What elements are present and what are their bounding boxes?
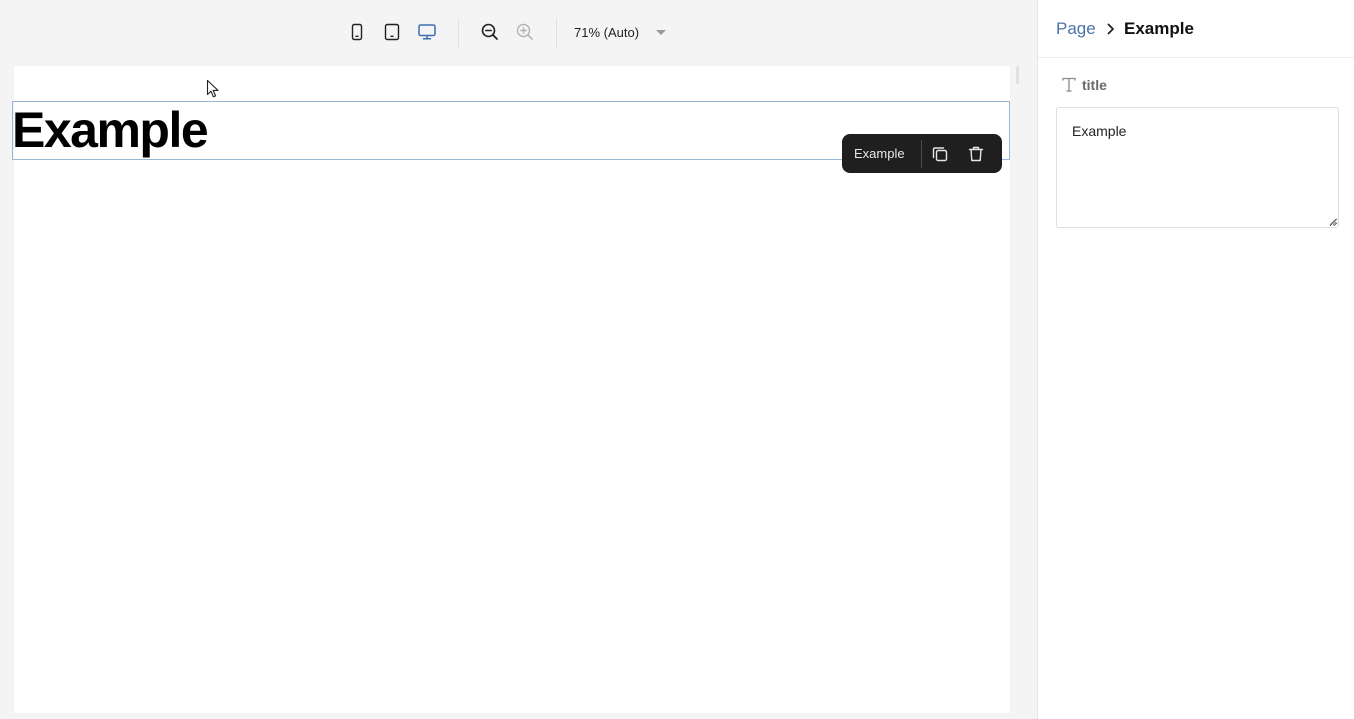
breadcrumb: Page Example [1038,0,1354,58]
title-field-label: title [1082,77,1107,93]
mouse-cursor-icon [206,79,219,98]
mobile-view-button[interactable] [345,20,369,44]
zoom-out-button[interactable] [478,20,502,44]
zoom-in-button[interactable] [513,20,537,44]
resize-handle-icon[interactable] [1329,218,1337,226]
zoom-in-icon [516,23,533,40]
breadcrumb-current: Example [1124,19,1194,38]
editor-toolbar: 71% (Auto) [0,0,1037,66]
text-type-icon [1062,77,1076,92]
mobile-icon [351,23,363,41]
tablet-icon [384,23,400,41]
delete-block-button[interactable] [958,134,994,173]
toolbar-divider [556,18,557,48]
desktop-view-button[interactable] [415,20,439,44]
block-action-menu: Example [842,134,1002,173]
zoom-out-icon [481,23,498,40]
trash-icon [968,146,984,161]
toolbar-divider [458,18,459,48]
chevron-down-icon [656,30,666,35]
title-textarea[interactable] [1056,107,1339,228]
tablet-view-button[interactable] [380,20,404,44]
desktop-icon [418,24,436,40]
properties-panel: Page Example title [1037,0,1354,719]
canvas-scrollbar[interactable] [1016,66,1019,84]
breadcrumb-parent-link[interactable]: Page [1056,19,1096,39]
chevron-right-icon [1107,23,1114,35]
zoom-level-select[interactable]: 71% (Auto) [566,20,676,44]
duplicate-block-button[interactable] [922,134,958,173]
duplicate-icon [932,146,948,161]
block-menu-label[interactable]: Example [842,146,921,161]
zoom-level-label: 71% (Auto) [574,24,640,40]
heading-block[interactable]: Example [12,101,209,160]
